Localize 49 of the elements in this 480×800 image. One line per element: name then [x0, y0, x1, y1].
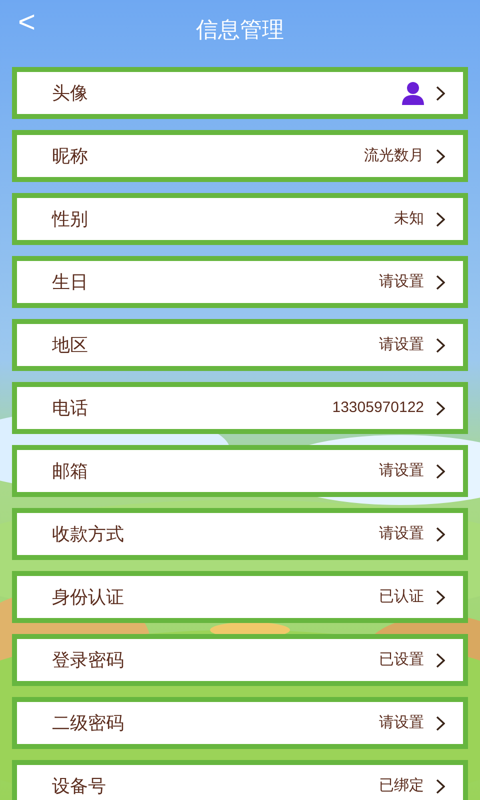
user-icon [402, 81, 424, 105]
chevron-right-icon [436, 338, 445, 352]
chevron-right-icon [436, 148, 445, 164]
row-label: 身份认证 [52, 586, 124, 608]
row-label: 昵称 [52, 144, 88, 168]
row-label: 头像 [52, 82, 88, 104]
row-value: 请设置 [379, 334, 424, 355]
row-label: 登录密码 [52, 648, 124, 672]
row-value: 流光数月 [364, 146, 424, 166]
row-value: 请设置 [379, 272, 424, 292]
settings-row[interactable]: 设备号 已绑定 [12, 760, 468, 800]
row-label: 地区 [52, 334, 88, 356]
row-label: 性别 [52, 208, 88, 230]
row-value: 已认证 [379, 586, 424, 607]
chevron-right-icon [436, 652, 445, 668]
chevron-right-icon [436, 86, 445, 100]
settings-row[interactable]: 地区 请设置 [12, 319, 468, 371]
row-value: 请设置 [379, 712, 424, 733]
row-value: 13305970122 [332, 398, 424, 418]
row-label: 二级密码 [52, 712, 124, 734]
settings-row[interactable]: 二级密码 请设置 [12, 697, 468, 749]
page-title: 信息管理 [196, 16, 284, 44]
chevron-right-icon [436, 778, 445, 794]
settings-row[interactable]: 收款方式 请设置 [12, 508, 468, 560]
row-value: 未知 [394, 208, 424, 229]
row-label: 生日 [52, 270, 88, 294]
row-label: 收款方式 [52, 522, 124, 546]
row-value: 请设置 [379, 460, 424, 481]
settings-row[interactable]: 生日 请设置 [12, 256, 468, 308]
settings-row[interactable]: 电话 13305970122 [12, 382, 468, 434]
settings-row[interactable]: 邮箱 请设置 [12, 445, 468, 497]
row-label: 邮箱 [52, 460, 88, 482]
chevron-right-icon [436, 212, 445, 226]
row-value: 请设置 [379, 524, 424, 544]
row-label: 设备号 [52, 774, 106, 798]
chevron-right-icon [436, 400, 445, 416]
chevron-right-icon [436, 716, 445, 730]
chevron-right-icon [436, 526, 445, 542]
chevron-right-icon [436, 590, 445, 604]
settings-row[interactable]: 身份认证 已认证 [12, 571, 468, 623]
chevron-right-icon [436, 274, 445, 290]
row-value: 已设置 [379, 650, 424, 670]
settings-row[interactable]: 登录密码 已设置 [12, 634, 468, 686]
settings-row[interactable]: 头像 [12, 67, 468, 119]
settings-row[interactable]: 性别 未知 [12, 193, 468, 245]
row-label: 电话 [52, 396, 88, 420]
row-value: 已绑定 [379, 776, 424, 796]
settings-row[interactable]: 昵称 流光数月 [12, 130, 468, 182]
chevron-right-icon [436, 464, 445, 478]
